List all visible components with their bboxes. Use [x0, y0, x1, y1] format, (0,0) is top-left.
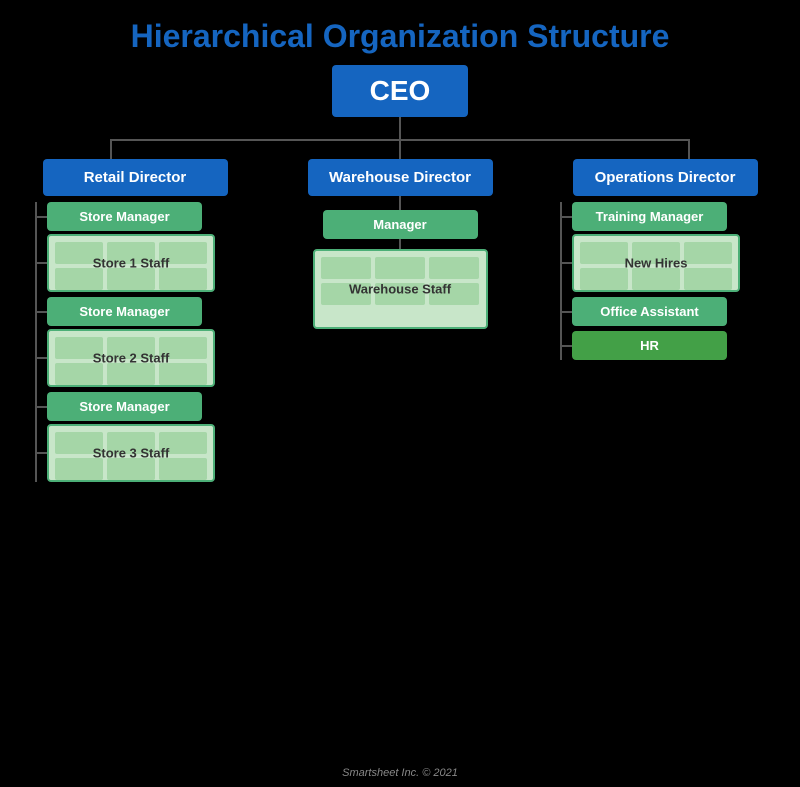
s3c4: [55, 458, 103, 480]
store2-manager-box: Store Manager: [47, 297, 202, 326]
s2c6: [159, 363, 207, 385]
s3c5: [107, 458, 155, 480]
s1c3: [159, 242, 207, 264]
ops-items: Training Manager: [562, 202, 770, 360]
warehouse-vline: [399, 141, 401, 159]
store1-tick: [37, 216, 47, 218]
hr-row: HR: [562, 331, 770, 360]
wsc3: [429, 257, 479, 279]
store3-mgr-row: Store Manager: [37, 392, 235, 421]
ceo-line-down: [399, 117, 401, 139]
s1c6: [159, 268, 207, 290]
store1-manager-box: Store Manager: [47, 202, 202, 231]
store1-staff-row: Store 1 Staff: [37, 234, 235, 292]
s2c3: [159, 337, 207, 359]
nhc3: [684, 242, 732, 264]
store3-staff-box: Store 3 Staff: [47, 424, 215, 482]
wsc2: [375, 257, 425, 279]
org-chart: CEO Retail Director: [0, 65, 800, 761]
store3-section: Store Manager: [37, 392, 235, 482]
s1c5: [107, 268, 155, 290]
retail-store-list: Store Manager: [37, 202, 235, 482]
directors-drop-lines: [110, 141, 690, 159]
retail-children: Store Manager: [35, 202, 235, 482]
store3-staff-tick: [37, 452, 47, 454]
training-manager-box: Training Manager: [572, 202, 727, 231]
training-tick: [562, 216, 572, 218]
s3c2: [107, 432, 155, 454]
warehouse-col: Warehouse Director Manager Warehouse Sta…: [290, 159, 510, 329]
s2c4: [55, 363, 103, 385]
warehouse-manager-box: Manager: [323, 210, 478, 239]
office-assistant-row: Office Assistant: [562, 297, 770, 326]
s2c5: [107, 363, 155, 385]
s1c1: [55, 242, 103, 264]
store3-manager-box: Store Manager: [47, 392, 202, 421]
newhires-staff-box: New Hires: [572, 234, 740, 292]
wh-vline2: [399, 239, 401, 249]
wh-vline1: [399, 196, 401, 210]
training-mgr-row: Training Manager: [562, 202, 770, 231]
newhires-row: New Hires: [562, 234, 770, 292]
retail-director-box: Retail Director: [43, 159, 228, 196]
page-title: Hierarchical Organization Structure: [131, 18, 670, 55]
s3c3: [159, 432, 207, 454]
nhc5: [632, 268, 680, 290]
operations-director-box: Operations Director: [573, 159, 758, 196]
s3c6: [159, 458, 207, 480]
store1-mgr-row: Store Manager: [37, 202, 235, 231]
store3-tick: [37, 406, 47, 408]
nhc6: [684, 268, 732, 290]
wsc4: [321, 283, 371, 305]
wsc6: [429, 283, 479, 305]
store1-staff-tick: [37, 262, 47, 264]
hr-box: HR: [572, 331, 727, 360]
warehouse-drop: [399, 141, 401, 159]
store1-staff-box: Store 1 Staff: [47, 234, 215, 292]
operations-vline: [688, 141, 690, 159]
office-tick: [562, 311, 572, 313]
training-section: Training Manager: [562, 202, 770, 292]
operations-children: Training Manager: [560, 202, 770, 360]
columns-row: Retail Director Store Manager: [20, 159, 780, 482]
s2c2: [107, 337, 155, 359]
s1c2: [107, 242, 155, 264]
retail-vline: [110, 141, 112, 159]
footer: Smartsheet Inc. © 2021: [342, 767, 458, 787]
store2-mgr-row: Store Manager: [37, 297, 235, 326]
top-h-connector: [110, 139, 690, 141]
ceo-box: CEO: [332, 65, 469, 117]
s3c1: [55, 432, 103, 454]
s1c4: [55, 268, 103, 290]
retail-drop: [110, 141, 112, 159]
store2-tick: [37, 311, 47, 313]
store2-staff-tick: [37, 357, 47, 359]
store2-staff-box: Store 2 Staff: [47, 329, 215, 387]
office-assistant-box: Office Assistant: [572, 297, 727, 326]
retail-col: Retail Director Store Manager: [20, 159, 250, 482]
operations-col: Operations Director Training Manager: [550, 159, 780, 360]
store2-section: Store Manager: [37, 297, 235, 387]
hr-tick: [562, 345, 572, 347]
s2c1: [55, 337, 103, 359]
store3-staff-row: Store 3 Staff: [37, 424, 235, 482]
store1-section: Store Manager: [37, 202, 235, 292]
store2-staff-row: Store 2 Staff: [37, 329, 235, 387]
nhc4: [580, 268, 628, 290]
nhc1: [580, 242, 628, 264]
newhires-tick: [562, 262, 572, 264]
operations-drop: [688, 141, 690, 159]
warehouse-staff-box: Warehouse Staff: [313, 249, 488, 329]
warehouse-director-box: Warehouse Director: [308, 159, 493, 196]
nhc2: [632, 242, 680, 264]
wsc5: [375, 283, 425, 305]
wsc1: [321, 257, 371, 279]
